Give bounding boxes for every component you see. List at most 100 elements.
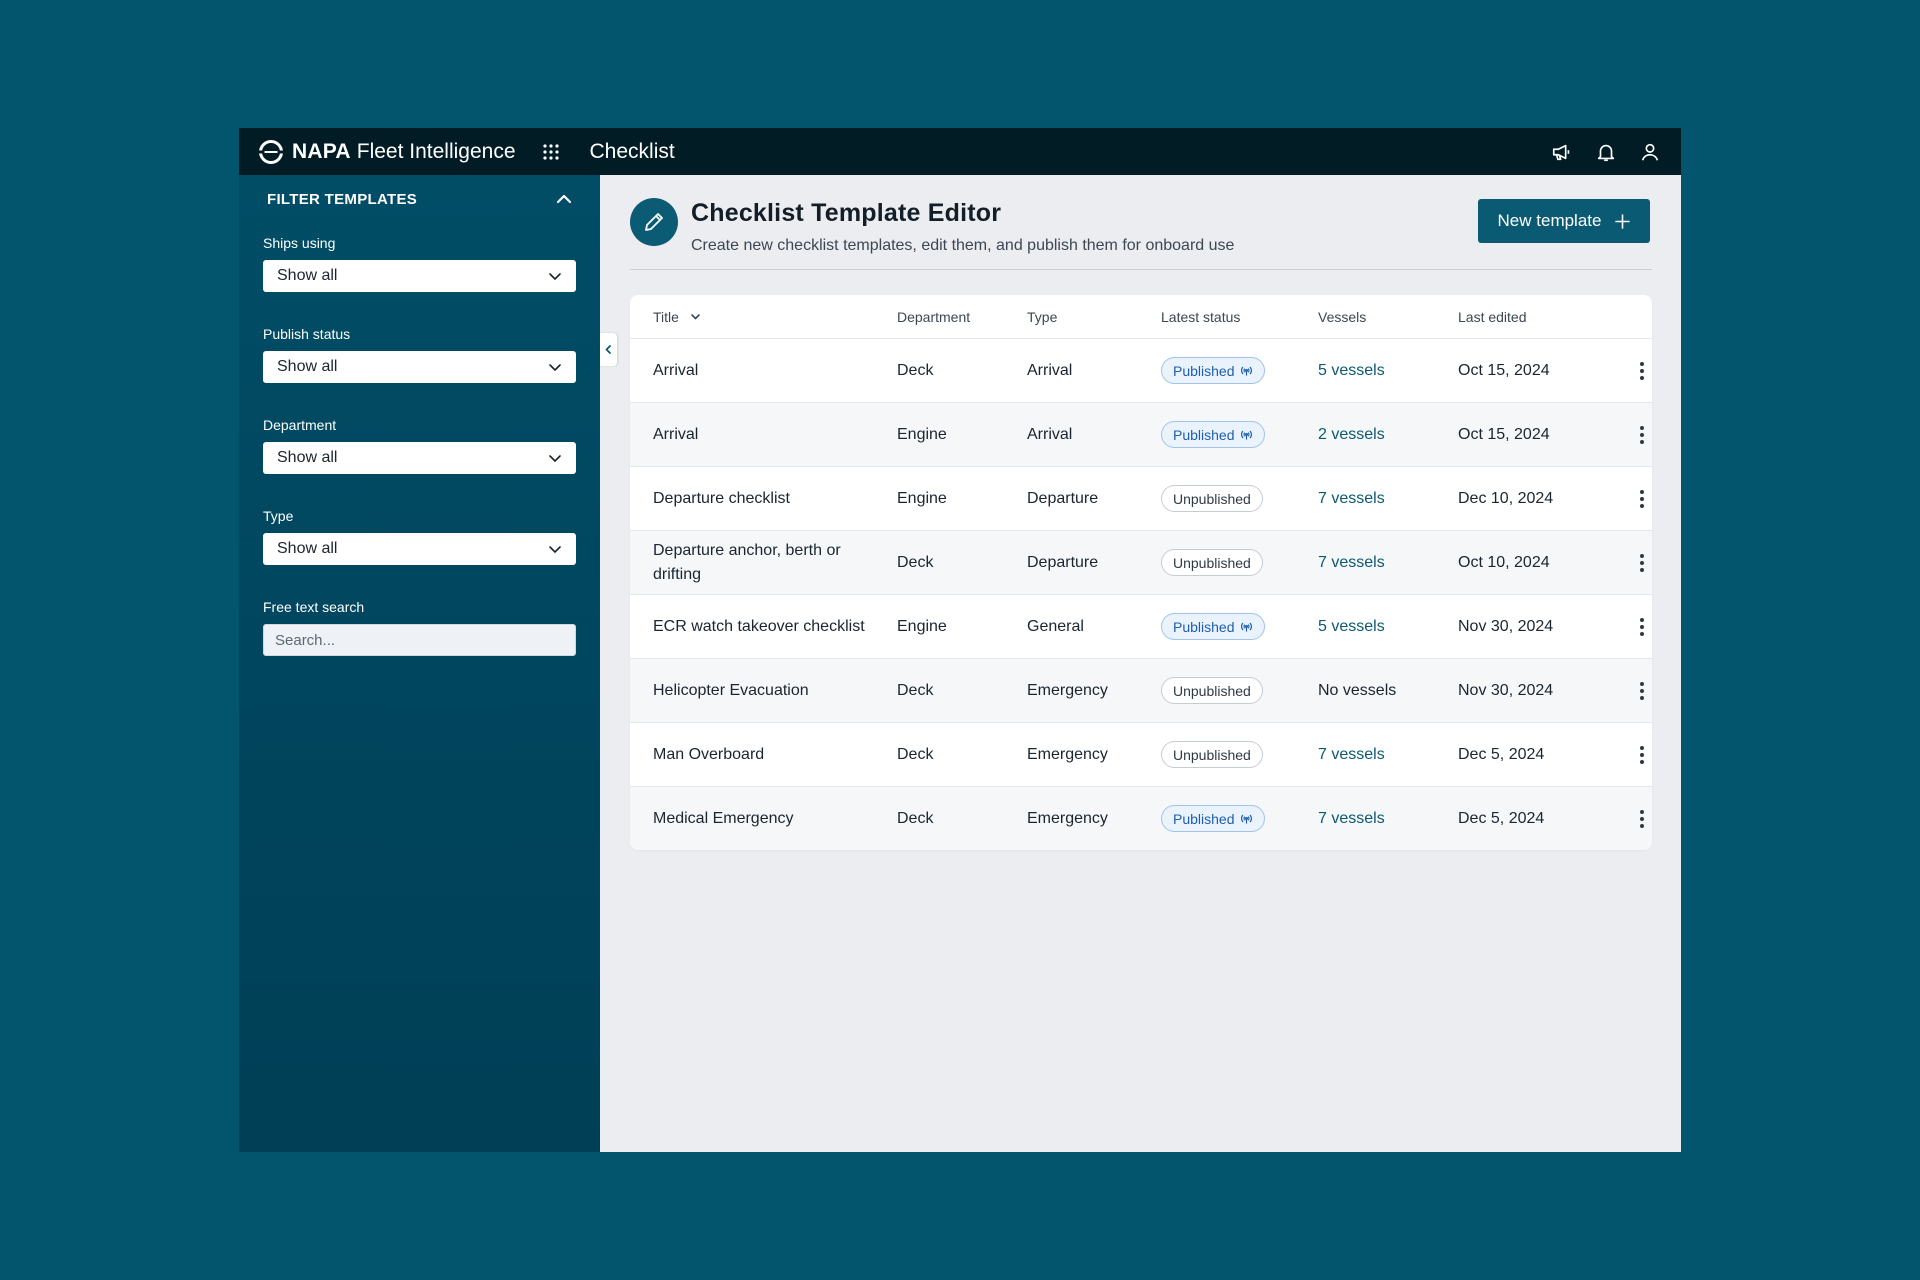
filter-free-text: Free text search bbox=[263, 599, 576, 656]
cell-status: Unpublished bbox=[1161, 677, 1318, 704]
cell-department: Deck bbox=[897, 809, 934, 827]
kebab-icon bbox=[1640, 809, 1644, 828]
new-template-label: New template bbox=[1497, 211, 1602, 230]
cell-last-edited: Dec 10, 2024 bbox=[1458, 489, 1554, 507]
type-select[interactable]: Show all bbox=[263, 533, 576, 565]
pencil-icon bbox=[645, 213, 663, 231]
cell-department: Engine bbox=[897, 617, 947, 635]
table-row[interactable]: Departure anchor, berth or drifting Deck D… bbox=[630, 530, 1652, 594]
cell-status: Published bbox=[1161, 805, 1318, 832]
table-row[interactable]: Medical Emergency Deck Emergency Published 7… bbox=[630, 786, 1652, 850]
status-text: Published bbox=[1173, 426, 1235, 443]
table-row[interactable]: ECR watch takeover checklist Engine Genera… bbox=[630, 594, 1652, 658]
search-input[interactable] bbox=[263, 624, 576, 656]
cell-department: Deck bbox=[897, 361, 934, 379]
field-label: Type bbox=[263, 508, 294, 524]
apps-grid-icon[interactable] bbox=[542, 143, 560, 161]
brand-logo[interactable]: NAPA Fleet Intelligence bbox=[258, 139, 516, 165]
table-row[interactable]: Departure checklist Engine Departure Unpubl… bbox=[630, 466, 1652, 530]
cell-department: Engine bbox=[897, 425, 947, 443]
cell-department: Deck bbox=[897, 553, 934, 571]
cell-last-edited: Oct 15, 2024 bbox=[1458, 425, 1550, 443]
cell-type: General bbox=[1027, 617, 1084, 635]
row-menu-button[interactable] bbox=[1593, 425, 1652, 445]
top-actions bbox=[1551, 141, 1661, 163]
column-header[interactable]: Latest status bbox=[1161, 309, 1318, 325]
vessels-link[interactable]: 5 vessels bbox=[1318, 618, 1458, 636]
publish-status-select[interactable]: Show all bbox=[263, 351, 576, 383]
cell-title: Departure checklist bbox=[653, 489, 790, 507]
table-body: Arrival Deck Arrival Published 5 vessels Oct … bbox=[630, 338, 1652, 850]
bell-icon[interactable] bbox=[1595, 141, 1617, 163]
templates-table: Title Department Type Latest status Vess… bbox=[630, 295, 1652, 850]
table-row[interactable]: Arrival Deck Arrival Published 5 vessels Oct … bbox=[630, 338, 1652, 402]
vessels-link[interactable]: 7 vessels bbox=[1318, 554, 1458, 572]
broadcast-icon bbox=[1240, 814, 1252, 824]
row-menu-button[interactable] bbox=[1593, 361, 1652, 381]
user-icon[interactable] bbox=[1639, 141, 1661, 163]
brand-name-bold: NAPA bbox=[292, 139, 351, 163]
napa-logo-icon bbox=[259, 139, 283, 164]
status-badge: Published bbox=[1161, 421, 1265, 448]
chevron-down-icon bbox=[549, 364, 561, 371]
filter-type: Type Show all bbox=[263, 508, 576, 565]
sidebar-collapse-button[interactable] bbox=[600, 333, 617, 366]
vessels-link[interactable]: 7 vessels bbox=[1318, 490, 1458, 508]
cell-title: Helicopter Evacuation bbox=[653, 681, 809, 699]
megaphone-icon[interactable] bbox=[1551, 141, 1573, 163]
status-text: Unpublished bbox=[1173, 746, 1251, 763]
column-header[interactable]: Vessels bbox=[1318, 309, 1458, 325]
cell-department: Deck bbox=[897, 745, 934, 763]
broadcast-icon bbox=[1240, 622, 1252, 632]
column-header[interactable]: Type bbox=[1027, 309, 1161, 325]
ships-using-select[interactable]: Show all bbox=[263, 260, 576, 292]
row-menu-button[interactable] bbox=[1593, 681, 1652, 701]
cell-type: Departure bbox=[1027, 489, 1099, 507]
select-value: Show all bbox=[277, 540, 338, 557]
row-menu-button[interactable] bbox=[1593, 489, 1652, 509]
cell-title: Arrival bbox=[653, 361, 699, 379]
column-title-sort[interactable]: Title bbox=[653, 309, 897, 325]
vessels-link[interactable]: 5 vessels bbox=[1318, 362, 1458, 380]
chevron-left-icon bbox=[605, 345, 611, 354]
status-text: Unpublished bbox=[1173, 554, 1251, 571]
plus-icon bbox=[1615, 213, 1631, 229]
cell-department: Engine bbox=[897, 489, 947, 507]
department-select[interactable]: Show all bbox=[263, 442, 576, 474]
table-row[interactable]: Man Overboard Deck Emergency Unpublished 7 v… bbox=[630, 722, 1652, 786]
table-row[interactable]: Helicopter Evacuation Deck Emergency Unpubl… bbox=[630, 658, 1652, 722]
chevron-down-icon bbox=[549, 546, 561, 553]
kebab-icon bbox=[1640, 489, 1644, 508]
row-menu-button[interactable] bbox=[1593, 617, 1652, 637]
cell-department: Deck bbox=[897, 681, 934, 699]
vessels-link[interactable]: 7 vessels bbox=[1318, 746, 1458, 764]
select-value: Show all bbox=[277, 267, 338, 284]
filter-header[interactable]: FILTER TEMPLATES bbox=[263, 175, 576, 223]
vessels-link[interactable]: 2 vessels bbox=[1318, 426, 1458, 444]
cell-title: Medical Emergency bbox=[653, 809, 794, 827]
new-template-button[interactable]: New template bbox=[1478, 199, 1650, 243]
cell-last-edited: Nov 30, 2024 bbox=[1458, 617, 1554, 635]
filter-publish-status: Publish status Show all bbox=[263, 326, 576, 383]
page-titles: Checklist Template Editor Create new che… bbox=[691, 199, 1234, 255]
chevron-down-icon bbox=[691, 314, 700, 320]
editor-badge bbox=[630, 198, 678, 246]
column-header[interactable]: Department bbox=[897, 309, 1027, 325]
row-menu-button[interactable] bbox=[1593, 809, 1652, 829]
row-menu-button[interactable] bbox=[1593, 553, 1652, 573]
cell-status: Unpublished bbox=[1161, 549, 1318, 576]
status-text: Published bbox=[1173, 362, 1235, 379]
table-row[interactable]: Arrival Engine Arrival Published 2 vessels Oc… bbox=[630, 402, 1652, 466]
chevron-up-icon[interactable] bbox=[555, 190, 573, 208]
kebab-icon bbox=[1640, 425, 1644, 444]
cell-status: Published bbox=[1161, 357, 1318, 384]
cell-last-edited: Oct 10, 2024 bbox=[1458, 553, 1550, 571]
cell-status: Unpublished bbox=[1161, 485, 1318, 512]
field-label: Ships using bbox=[263, 235, 336, 251]
vessels-link[interactable]: 7 vessels bbox=[1318, 810, 1458, 828]
column-header[interactable]: Last edited bbox=[1458, 309, 1593, 325]
status-badge: Published bbox=[1161, 613, 1265, 640]
row-menu-button[interactable] bbox=[1593, 745, 1652, 765]
cell-type: Arrival bbox=[1027, 425, 1073, 443]
status-text: Published bbox=[1173, 618, 1235, 635]
